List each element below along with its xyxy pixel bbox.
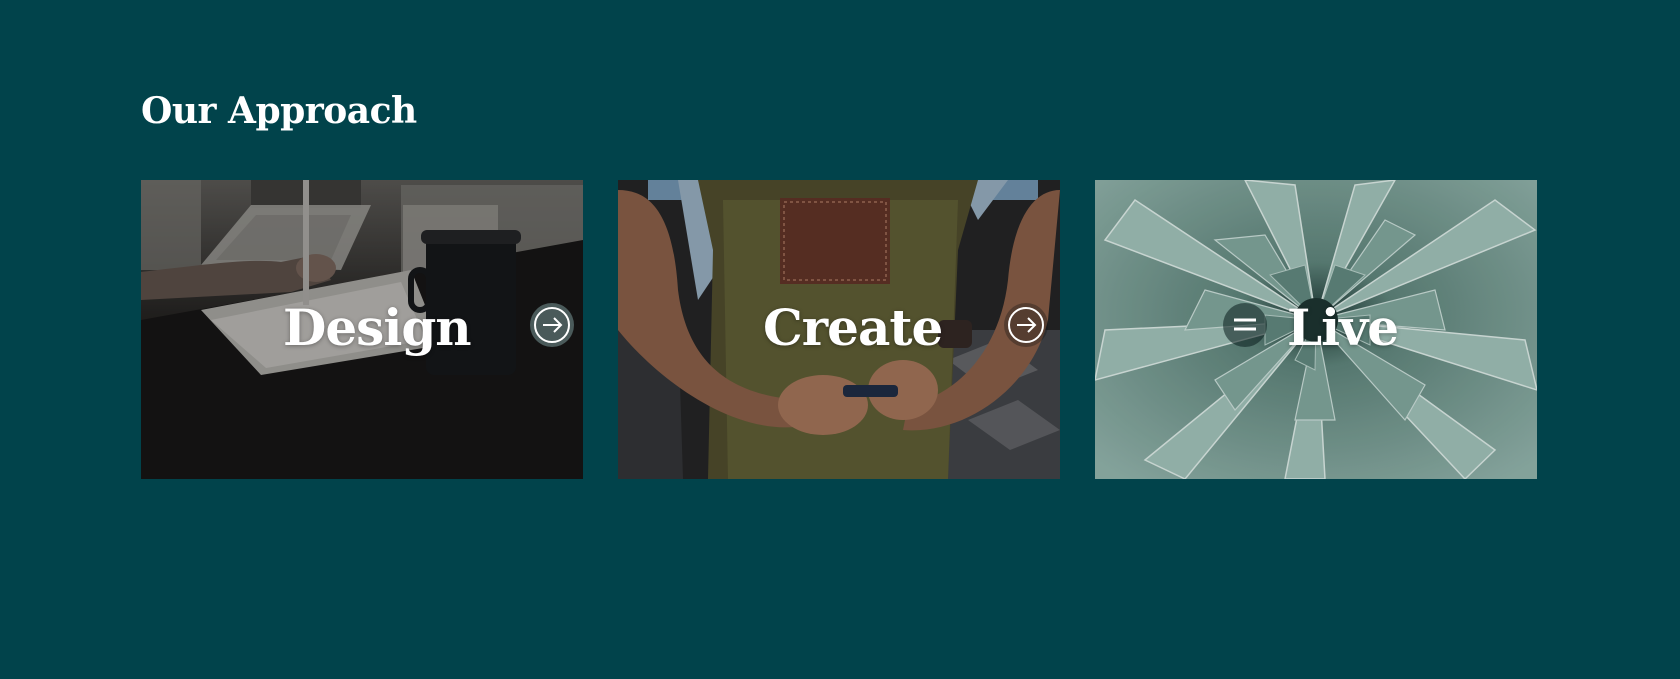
menu-icon[interactable]: [1223, 303, 1267, 347]
arrow-right-circle-icon[interactable]: [530, 303, 574, 347]
card-live[interactable]: Live: [1095, 180, 1537, 479]
card-label: Design: [283, 298, 472, 357]
section-title: Our Approach: [141, 90, 417, 132]
card-create[interactable]: Create: [618, 180, 1060, 479]
arrow-right-circle-icon[interactable]: [1004, 303, 1048, 347]
approach-cards: Design Create Live: [141, 180, 1538, 479]
card-label: Create: [763, 298, 943, 357]
card-label: Live: [1287, 298, 1399, 357]
card-design[interactable]: Design: [141, 180, 583, 479]
